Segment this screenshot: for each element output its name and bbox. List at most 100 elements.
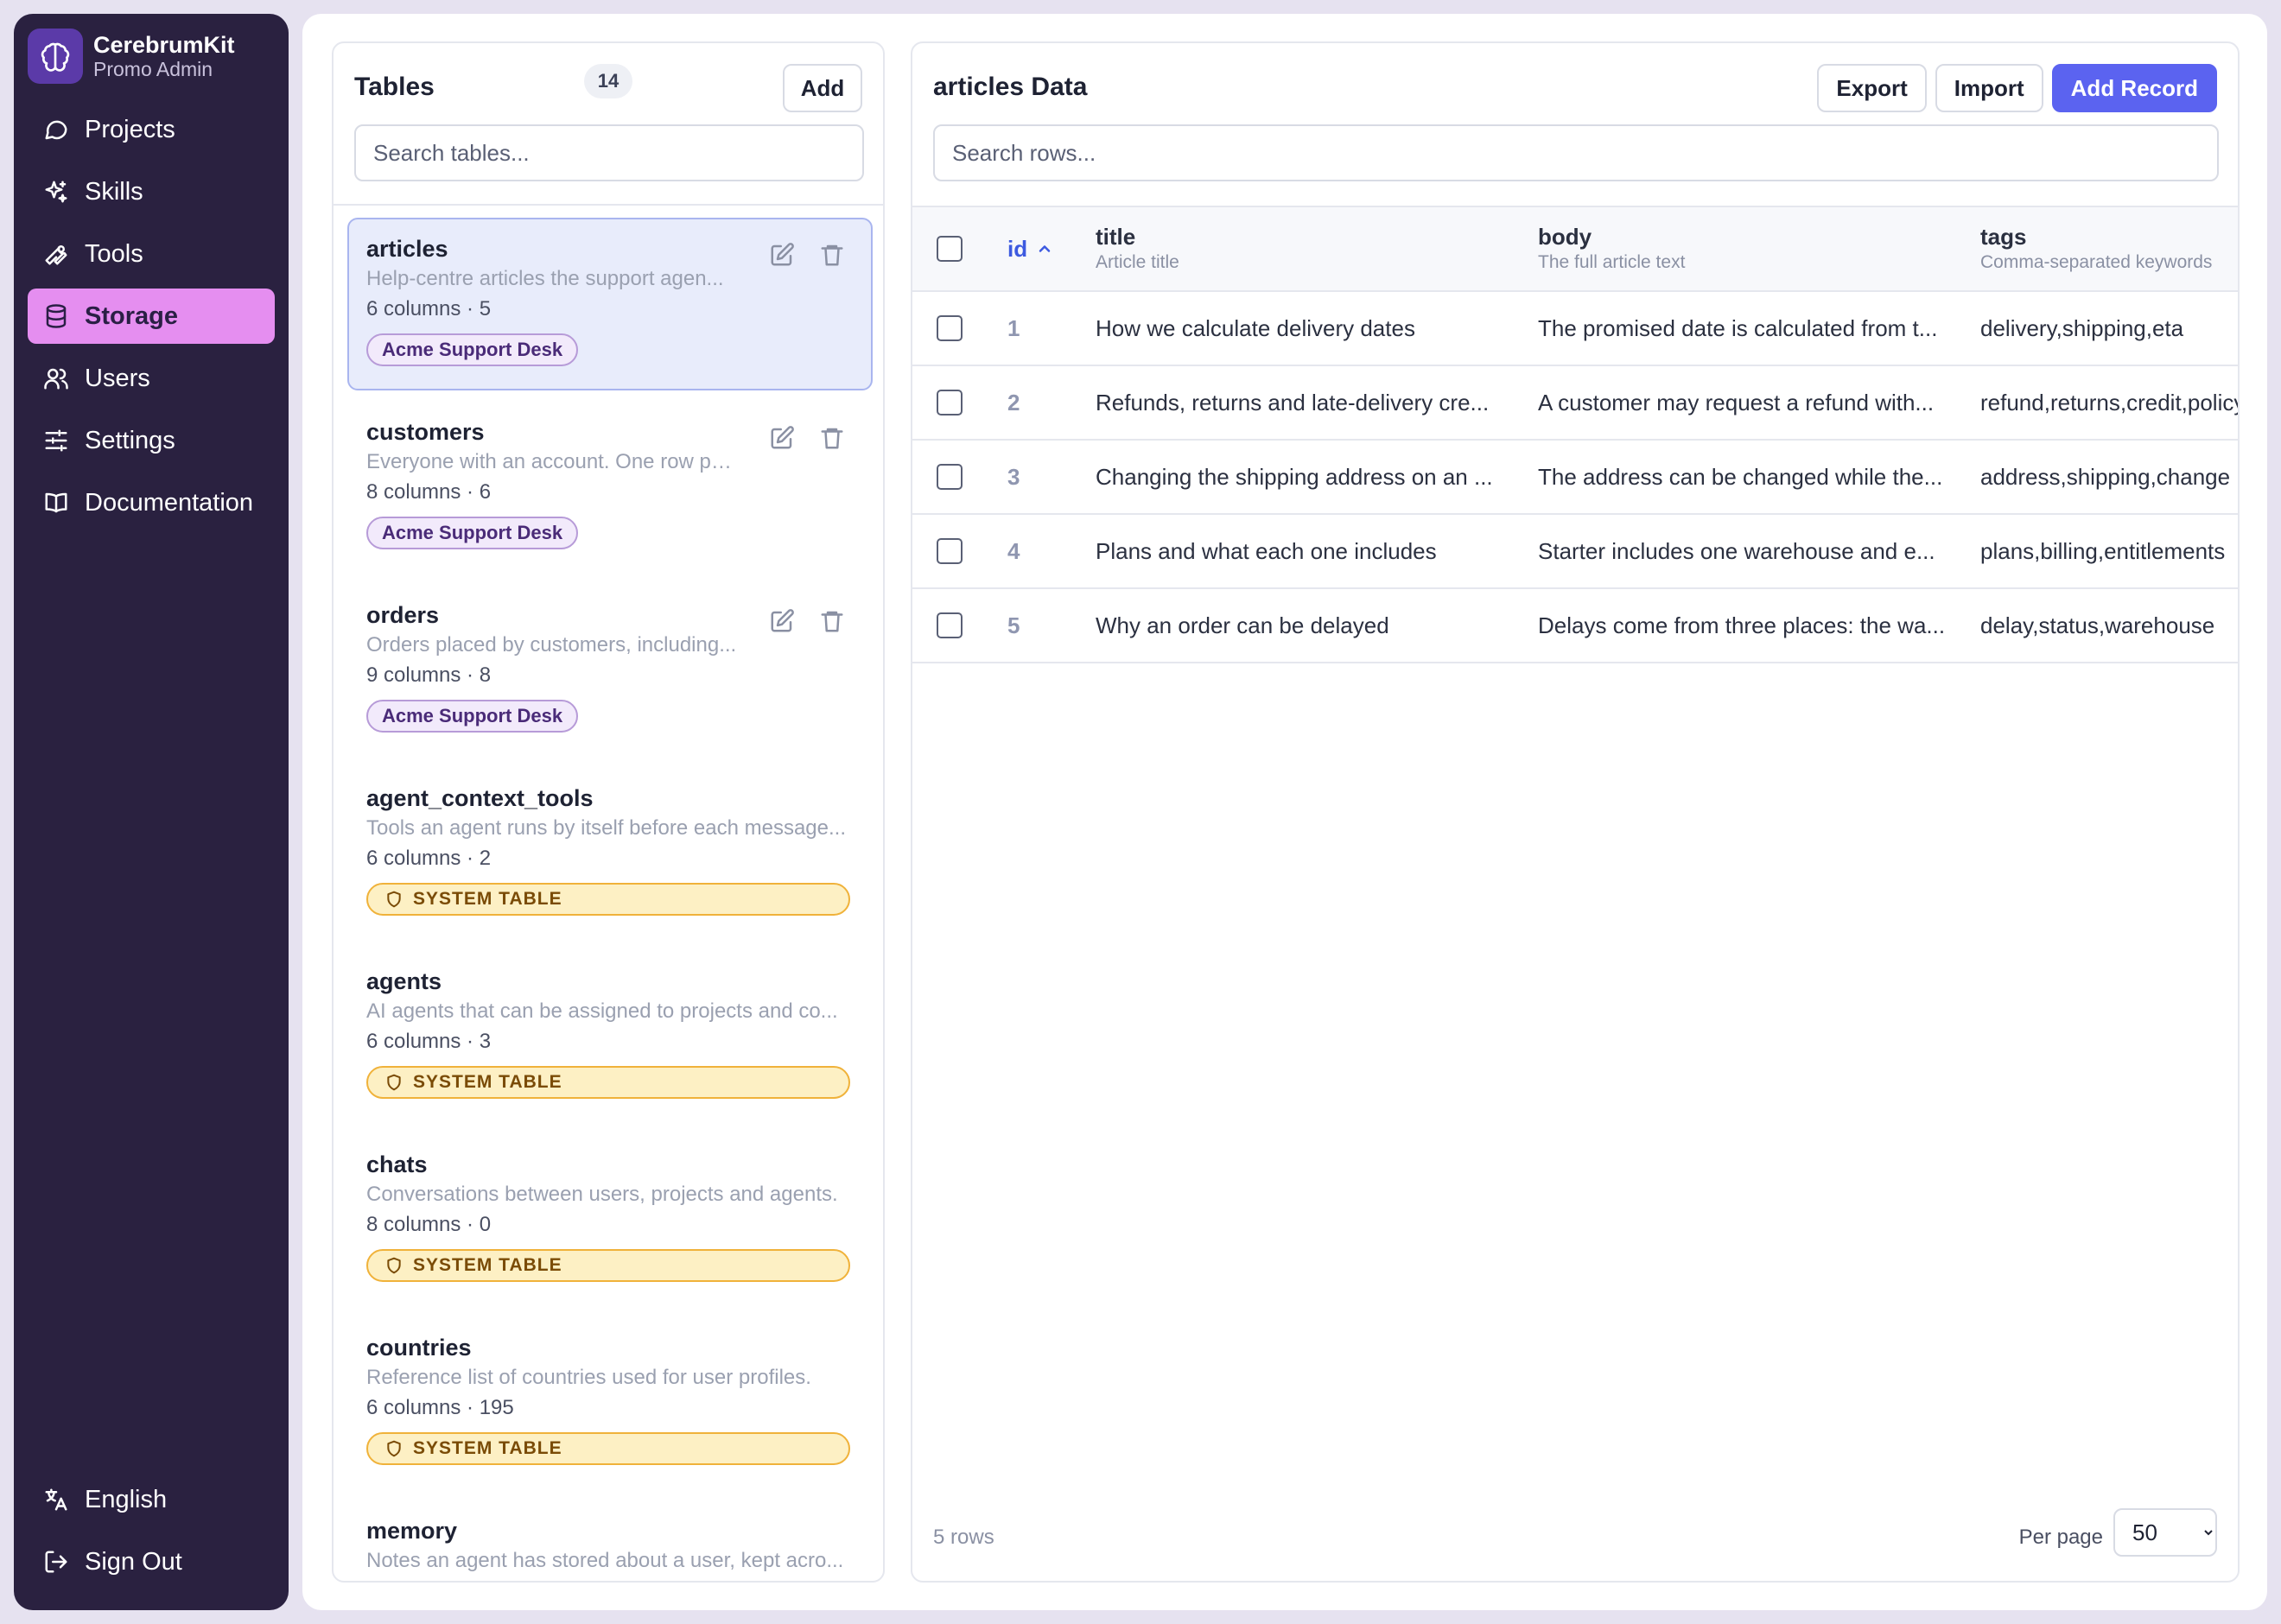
- tables-title: Tables: [354, 73, 435, 101]
- row-checkbox[interactable]: [937, 612, 963, 638]
- row-checkbox[interactable]: [937, 315, 963, 341]
- sidebar-item-documentation[interactable]: Documentation: [28, 475, 275, 530]
- edit-icon[interactable]: [767, 423, 797, 453]
- book-icon: [41, 488, 71, 517]
- shield-icon: [385, 1440, 403, 1457]
- system-table-label: SYSTEM TABLE: [413, 1255, 562, 1275]
- table-item-chats[interactable]: chats Conversations between users, proje…: [347, 1133, 873, 1306]
- column-header-body[interactable]: body The full article text: [1538, 207, 1961, 290]
- cell-body: Starter includes one warehouse and e...: [1538, 515, 1961, 587]
- main-content: Tables 14 Add articles Help-centre artic…: [302, 14, 2267, 1610]
- search-tables-input[interactable]: [354, 124, 864, 181]
- search-rows-input[interactable]: [933, 124, 2219, 181]
- add-record-button[interactable]: Add Record: [2051, 64, 2217, 112]
- add-table-button[interactable]: Add: [783, 64, 862, 112]
- trash-icon[interactable]: [817, 606, 847, 636]
- sliders-icon: [41, 426, 71, 455]
- table-row[interactable]: 1 How we calculate delivery dates The pr…: [912, 292, 2238, 366]
- sidebar-item-label: Users: [85, 364, 150, 392]
- cell-text: How we calculate delivery dates: [1096, 314, 1415, 341]
- cell-tags: delivery,shipping,eta: [1980, 314, 2184, 341]
- sparkles-icon: [41, 177, 71, 206]
- tables-panel-header: Tables 14 Add: [334, 43, 883, 206]
- cell-text: Why an order can be delayed: [1096, 612, 1389, 638]
- table-item-memory[interactable]: memory Notes an agent has stored about a…: [347, 1500, 873, 1581]
- table-name: memory: [366, 1518, 458, 1544]
- column-label: tags: [1980, 224, 2027, 250]
- select-all-cell: [937, 207, 968, 290]
- table-item-agents[interactable]: agents AI agents that can be assigned to…: [347, 950, 873, 1123]
- row-checkbox[interactable]: [937, 390, 963, 416]
- cell-body: Delays come from three places: the wa...: [1538, 589, 1961, 662]
- table-item-articles[interactable]: articles Help-centre articles the suppor…: [347, 218, 873, 390]
- column-header-title[interactable]: title Article title: [1096, 207, 1519, 290]
- table-row[interactable]: 5 Why an order can be delayed Delays com…: [912, 589, 2238, 663]
- data-panel-title: articles Data: [933, 73, 1088, 101]
- sidebar: CerebrumKit Promo Admin Projects Skills …: [14, 14, 289, 1610]
- select-all-checkbox[interactable]: [937, 236, 963, 262]
- system-table-badge: SYSTEM TABLE: [366, 883, 850, 916]
- sidebar-item-label: Projects: [85, 115, 175, 143]
- table-item-countries[interactable]: countries Reference list of countries us…: [347, 1316, 873, 1489]
- column-header-tags[interactable]: tags Comma-separated keywords: [1980, 207, 2238, 290]
- table-description: Orders placed by customers, including...: [366, 633, 737, 657]
- edit-icon[interactable]: [767, 240, 797, 270]
- table-item-agent-context-tools[interactable]: agent_context_tools Tools an agent runs …: [347, 767, 873, 940]
- table-meta: 6 columns · 5: [366, 297, 492, 320]
- table-name: agents: [366, 968, 442, 994]
- sidebar-item-storage[interactable]: Storage: [28, 289, 275, 344]
- system-table-badge: SYSTEM TABLE: [366, 1249, 850, 1282]
- table-row[interactable]: 4 Plans and what each one includes Start…: [912, 515, 2238, 589]
- system-table-badge: SYSTEM TABLE: [366, 1066, 850, 1099]
- table-description: Tools an agent runs by itself before eac…: [366, 816, 846, 840]
- table-row[interactable]: 2 Refunds, returns and late-delivery cre…: [912, 366, 2238, 441]
- shield-icon: [385, 1074, 403, 1091]
- row-checkbox[interactable]: [937, 464, 963, 490]
- edit-icon[interactable]: [767, 606, 797, 636]
- brand: CerebrumKit Promo Admin: [28, 26, 235, 86]
- column-description: Article title: [1096, 252, 1179, 272]
- cell-id: 3: [1007, 463, 1020, 490]
- trash-icon[interactable]: [817, 240, 847, 270]
- cell-id: 2: [1007, 389, 1020, 416]
- per-page-select[interactable]: 50: [2113, 1508, 2217, 1557]
- table-name: countries: [366, 1335, 472, 1361]
- sidebar-item-users[interactable]: Users: [28, 351, 275, 406]
- cell-id: 4: [1007, 537, 1020, 564]
- table-row[interactable]: 3 Changing the shipping address on an ..…: [912, 441, 2238, 515]
- sidebar-item-settings[interactable]: Settings: [28, 413, 275, 468]
- data-table: id title Article title body The full art…: [912, 206, 2238, 663]
- row-checkbox[interactable]: [937, 538, 963, 564]
- sidebar-item-projects[interactable]: Projects: [28, 102, 275, 157]
- language-button[interactable]: English: [28, 1472, 275, 1527]
- cell-text: The address can be changed while the...: [1538, 463, 1943, 490]
- export-button[interactable]: Export: [1817, 64, 1927, 112]
- sidebar-item-tools[interactable]: Tools: [28, 226, 275, 282]
- cell-title: Why an order can be delayed: [1096, 589, 1519, 662]
- column-header-id[interactable]: id: [1007, 207, 1077, 290]
- sidebar-footer: English Sign Out: [28, 1472, 275, 1596]
- cell-text: Changing the shipping address on an ...: [1096, 463, 1493, 490]
- sidebar-item-label: Documentation: [85, 488, 254, 517]
- sidebar-item-label: Skills: [85, 177, 143, 206]
- table-item-customers[interactable]: customers Everyone with an account. One …: [347, 401, 873, 574]
- import-button[interactable]: Import: [1935, 64, 2043, 112]
- table-item-orders[interactable]: orders Orders placed by customers, inclu…: [347, 584, 873, 757]
- data-panel: articles Data Export Import Add Record i…: [911, 41, 2240, 1583]
- brain-icon: [28, 29, 83, 84]
- sign-out-button[interactable]: Sign Out: [28, 1534, 275, 1589]
- cell-text: Delays come from three places: the wa...: [1538, 612, 1946, 638]
- sidebar-item-skills[interactable]: Skills: [28, 164, 275, 219]
- row-select-cell: [937, 589, 968, 662]
- chat-bubble-icon: [41, 115, 71, 144]
- table-footer: 5 rows Per page 50: [912, 1501, 2238, 1581]
- system-table-label: SYSTEM TABLE: [413, 889, 562, 909]
- trash-icon[interactable]: [817, 423, 847, 453]
- brand-subtitle: Promo Admin: [93, 58, 213, 80]
- table-header: id title Article title body The full art…: [912, 206, 2238, 292]
- table-description: Help-centre articles the support agen...: [366, 267, 724, 290]
- cell-tags: plans,billing,entitlements: [1980, 537, 2226, 564]
- cell-text: A customer may request a refund with...: [1538, 389, 1935, 416]
- database-icon: [41, 301, 71, 331]
- sidebar-nav: Projects Skills Tools Storage Users Sett…: [28, 102, 275, 537]
